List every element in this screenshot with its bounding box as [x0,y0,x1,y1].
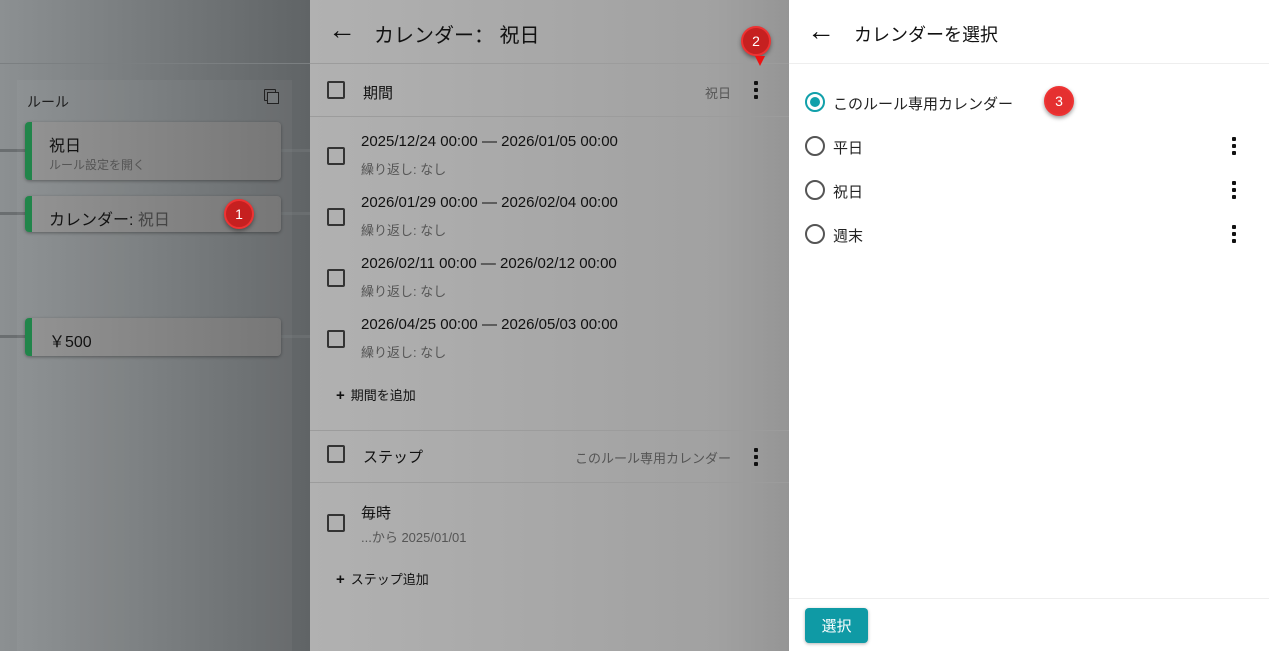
copy-icon[interactable] [264,89,279,104]
option-label: 週末 [833,228,864,245]
annotation-badge-1: 1 [224,199,254,229]
period-range: 2025/12/24 00:00 — 2026/01/05 00:00 [361,133,618,150]
step-subtitle: ...から 2025/01/01 [361,530,467,545]
calendar-title: カレンダー： 祝日 [374,25,540,47]
option-weekday[interactable]: 平日 [805,131,1255,161]
steps-header: ステップ このルール専用カレンダー [310,430,789,483]
back-arrow-icon[interactable]: ← [328,16,356,44]
select-all-checkbox[interactable] [327,81,345,99]
option-label: 平日 [833,140,864,157]
top-bar [0,0,310,64]
radio[interactable] [805,224,825,244]
periods-label: 期間 [363,85,394,102]
rule-card-holiday[interactable]: 祝日 ルール設定を開く [25,122,281,180]
back-arrow-icon[interactable]: ← [807,17,835,45]
calendar-panel: ← カレンダー： 祝日 期間 祝日 2025/12/24 00:00 — 202… [310,0,789,651]
checkbox[interactable] [327,330,345,348]
checkbox[interactable] [327,269,345,287]
periods-header: 期間 祝日 [310,64,789,117]
card-subtitle: ルール設定を開く [49,158,146,172]
steps-calendar-name: このルール専用カレンダー [574,451,731,466]
card-title: ￥500 [49,334,92,351]
annotation-badge-2: 2 [741,26,771,56]
option-holiday[interactable]: 祝日 [805,175,1255,205]
steps-label: ステップ [363,449,424,466]
step-title: 毎時 [361,505,392,522]
rules-background: ルール 祝日 ルール設定を開く カレンダー: 祝日 ￥500 1 [0,0,310,651]
add-step-label: ステップ追加 [350,572,429,587]
card-title: カレンダー: 祝日 [49,206,170,230]
more-vert-icon[interactable] [1232,137,1236,155]
add-period-label: 期間を追加 [350,388,416,403]
select-button[interactable]: 選択 [805,608,868,643]
plus-icon: + [336,571,345,588]
radio-selected[interactable] [805,92,825,112]
checkbox[interactable] [327,514,345,532]
option-label: 祝日 [833,184,864,201]
radio[interactable] [805,180,825,200]
rules-title: ルール [27,94,69,110]
period-repeat: 繰り返し: なし [361,223,447,238]
periods-calendar-name: 祝日 [704,86,731,101]
option-weekend[interactable]: 週末 [805,219,1255,249]
add-period-button[interactable]: + 期間を追加 [336,385,416,404]
select-calendar-title: カレンダーを選択 [854,25,998,45]
annotation-badge-3: 3 [1044,86,1074,116]
more-vert-icon[interactable] [754,448,758,466]
more-vert-icon[interactable] [754,81,758,99]
footer: 選択 [789,598,1269,651]
checkbox[interactable] [327,208,345,226]
rule-card-price[interactable]: ￥500 [25,318,281,356]
more-vert-icon[interactable] [1232,181,1236,199]
more-vert-icon[interactable] [1232,225,1236,243]
select-calendar-panel: ← カレンダーを選択 このルール専用カレンダー 平日 祝日 週末 3 選択 [789,0,1269,651]
radio[interactable] [805,136,825,156]
option-label: このルール専用カレンダー [833,96,1014,113]
period-repeat: 繰り返し: なし [361,162,447,177]
checkbox[interactable] [327,147,345,165]
calendar-header: ← カレンダー： 祝日 [310,0,789,64]
calendar-value: 祝日 [137,212,170,229]
calendar-label: カレンダー: [49,212,138,229]
period-repeat: 繰り返し: なし [361,284,447,299]
period-range: 2026/01/29 00:00 — 2026/02/04 00:00 [361,194,618,211]
select-all-checkbox[interactable] [327,445,345,463]
period-repeat: 繰り返し: なし [361,345,447,360]
add-step-button[interactable]: + ステップ追加 [336,569,429,588]
period-range: 2026/04/25 00:00 — 2026/05/03 00:00 [361,316,618,333]
period-range: 2026/02/11 00:00 — 2026/02/12 00:00 [361,255,617,272]
plus-icon: + [336,387,345,404]
select-calendar-header: ← カレンダーを選択 [789,0,1269,64]
card-title: 祝日 [49,138,82,155]
annotation-arrow-icon [755,56,765,66]
option-rule-calendar[interactable]: このルール専用カレンダー [805,87,1255,117]
